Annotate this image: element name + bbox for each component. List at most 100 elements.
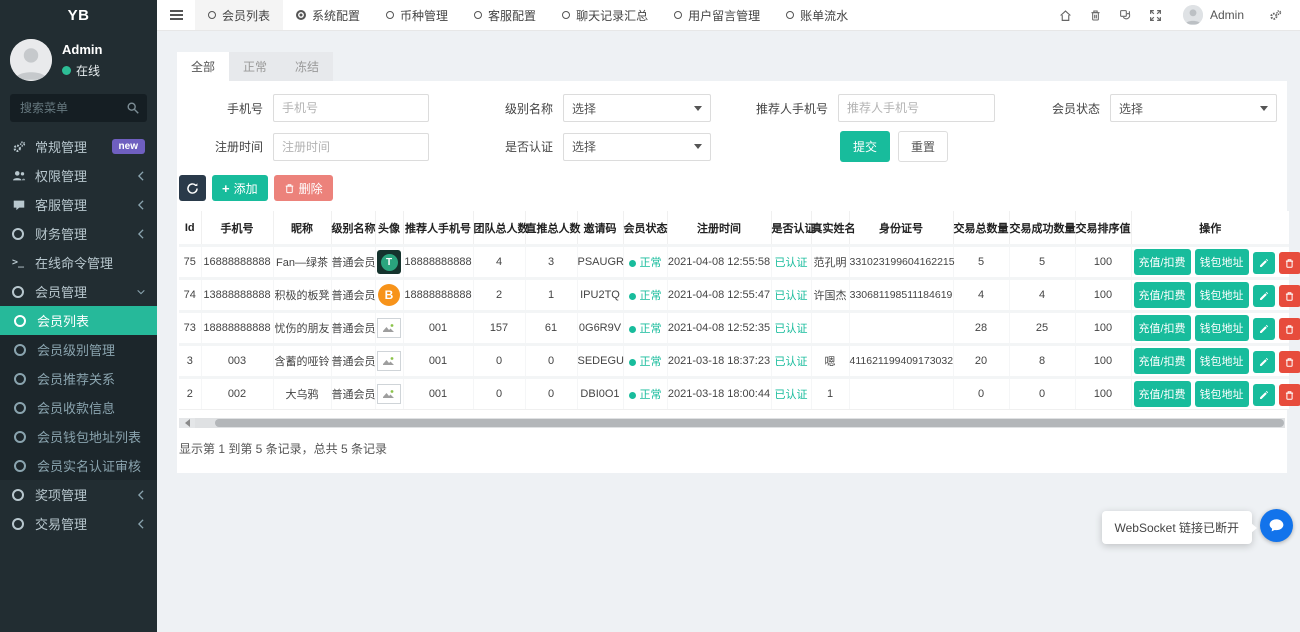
radio-icon	[474, 11, 482, 19]
table-row[interactable]: 7318888888888忧伤的朋友普通会员001157610G6R9V正常20…	[179, 312, 1289, 345]
sidebar-subitem[interactable]: 会员收款信息	[0, 393, 157, 422]
cell-trade-sort: 100	[1075, 312, 1131, 345]
delete-button[interactable]: 删除	[274, 175, 333, 201]
table-row[interactable]: 3003含蓄的哑铃普通会员00100SEDEGU正常2021-03-18 18:…	[179, 345, 1289, 378]
gears-icon[interactable]	[1260, 9, 1290, 22]
recharge-button[interactable]: 充值/扣费	[1134, 315, 1191, 341]
cell-nickname: 含蓄的哑铃	[273, 345, 331, 378]
recharge-button[interactable]: 充值/扣费	[1134, 249, 1191, 275]
sidebar-subitem[interactable]: 会员推荐关系	[0, 364, 157, 393]
recharge-button[interactable]: 充值/扣费	[1134, 282, 1191, 308]
table-row[interactable]: 2002大乌鸦普通会员00100DBI0O1正常2021-03-18 18:00…	[179, 378, 1289, 410]
edit-row-button[interactable]	[1253, 384, 1275, 406]
topnav-tab-label: 用户留言管理	[688, 7, 760, 24]
edit-row-button[interactable]	[1253, 318, 1275, 340]
status-dot-icon	[629, 392, 636, 399]
topnav-icons	[1051, 9, 1171, 22]
chat-fab-button[interactable]	[1260, 509, 1293, 542]
sidebar-item-5[interactable]: 会员管理	[0, 277, 157, 306]
cell-trade-sort: 100	[1075, 345, 1131, 378]
reg-time-filter-input[interactable]	[273, 133, 429, 161]
sidebar-item-label: 在线命令管理	[35, 253, 145, 272]
edit-row-button[interactable]	[1253, 252, 1275, 274]
sidebar-subitem[interactable]: 会员实名认证审核	[0, 451, 157, 480]
submit-button[interactable]: 提交	[840, 131, 890, 162]
scroll-left-button[interactable]	[179, 418, 195, 428]
cell-actions: 充值/扣费钱包地址	[1131, 345, 1289, 378]
column-header: 头像	[375, 211, 403, 246]
scrollbar-thumb[interactable]	[215, 419, 1284, 427]
scrollbar-track[interactable]	[195, 418, 1285, 428]
wallet-address-button[interactable]: 钱包地址	[1195, 381, 1249, 407]
hamburger-icon[interactable]	[157, 0, 195, 30]
sidebar-item-3[interactable]: 财务管理	[0, 219, 157, 248]
clear-cache-icon[interactable]	[1111, 9, 1141, 22]
delete-row-button[interactable]	[1279, 351, 1300, 373]
topnav-avatar[interactable]	[1183, 5, 1203, 25]
topnav-tab[interactable]: 聊天记录汇总	[549, 0, 661, 30]
sidebar-subitem[interactable]: 会员级别管理	[0, 335, 157, 364]
topnav-username[interactable]: Admin	[1210, 8, 1244, 22]
level-filter-select[interactable]: 选择	[563, 94, 711, 122]
cell-phone: 003	[201, 345, 273, 378]
phone-filter-input[interactable]	[273, 94, 429, 122]
sidebar-item-6[interactable]: 奖项管理	[0, 480, 157, 509]
triangle-left-icon	[185, 419, 190, 427]
cell-avatar	[375, 312, 403, 345]
delete-row-button[interactable]	[1279, 318, 1300, 340]
topnav-tab[interactable]: 客服配置	[461, 0, 549, 30]
topnav-tab[interactable]: 会员列表	[195, 0, 283, 30]
wallet-address-button[interactable]: 钱包地址	[1195, 249, 1249, 275]
trash-icon[interactable]	[1081, 9, 1111, 22]
wallet-address-button[interactable]: 钱包地址	[1195, 315, 1249, 341]
sidebar-item-label: 客服管理	[35, 195, 133, 214]
cell-actions: 充值/扣费钱包地址	[1131, 312, 1289, 345]
cell-referrer-phone: 18888888888	[403, 279, 473, 312]
delete-row-button[interactable]	[1279, 285, 1300, 307]
cell-real-name: 许国杰	[811, 279, 849, 312]
add-button[interactable]: + 添加	[212, 175, 268, 201]
sidebar-item-4[interactable]: >_在线命令管理	[0, 248, 157, 277]
fullscreen-icon[interactable]	[1141, 9, 1171, 22]
edit-row-button[interactable]	[1253, 285, 1275, 307]
table-row[interactable]: 7516888888888Fan—绿茶普通会员T1888888888843PSA…	[179, 246, 1289, 279]
edit-row-button[interactable]	[1253, 351, 1275, 373]
comment-icon	[12, 198, 35, 212]
wallet-address-button[interactable]: 钱包地址	[1195, 348, 1249, 374]
caret-down-icon	[694, 106, 702, 111]
status-tab[interactable]: 全部	[177, 52, 229, 81]
topnav-tab[interactable]: 系统配置	[283, 0, 373, 30]
delete-row-button[interactable]	[1279, 252, 1300, 274]
reset-button[interactable]: 重置	[898, 131, 948, 162]
sidebar-item-1[interactable]: 权限管理	[0, 161, 157, 190]
status-tab[interactable]: 冻结	[281, 52, 333, 81]
member-status-filter-select[interactable]: 选择	[1110, 94, 1277, 122]
sidebar-item-7[interactable]: 交易管理	[0, 509, 157, 538]
topnav-tab[interactable]: 用户留言管理	[661, 0, 773, 30]
status-tab[interactable]: 正常	[229, 52, 281, 81]
delete-row-button[interactable]	[1279, 384, 1300, 406]
table-row[interactable]: 7413888888888积极的板凳普通会员B1888888888821IPU2…	[179, 279, 1289, 312]
referrer-phone-filter-input[interactable]	[838, 94, 995, 122]
verified-filter-select[interactable]: 选择	[563, 133, 711, 161]
cell-direct-total: 0	[525, 378, 577, 410]
topnav-tab[interactable]: 账单流水	[773, 0, 861, 30]
home-icon[interactable]	[1051, 9, 1081, 22]
recharge-button[interactable]: 充值/扣费	[1134, 348, 1191, 374]
sidebar-item-0[interactable]: 常规管理new	[0, 132, 157, 161]
recharge-button[interactable]: 充值/扣费	[1134, 381, 1191, 407]
wallet-address-button[interactable]: 钱包地址	[1195, 282, 1249, 308]
search-icon[interactable]	[126, 101, 140, 115]
sidebar-submenu: 会员列表会员级别管理会员推荐关系会员收款信息会员钱包地址列表会员实名认证审核	[0, 306, 157, 480]
sidebar-subitem[interactable]: 会员钱包地址列表	[0, 422, 157, 451]
cell-trade-total: 20	[953, 345, 1009, 378]
user-panel: Admin 在线	[0, 30, 157, 91]
refresh-button[interactable]	[179, 175, 206, 201]
cell-trade-success: 0	[1009, 378, 1075, 410]
cell-trade-success: 8	[1009, 345, 1075, 378]
topnav-tab[interactable]: 币种管理	[373, 0, 461, 30]
pencil-icon	[1258, 258, 1269, 269]
sidebar-item-2[interactable]: 客服管理	[0, 190, 157, 219]
cell-referrer-phone: 18888888888	[403, 246, 473, 279]
sidebar-subitem[interactable]: 会员列表	[0, 306, 157, 335]
